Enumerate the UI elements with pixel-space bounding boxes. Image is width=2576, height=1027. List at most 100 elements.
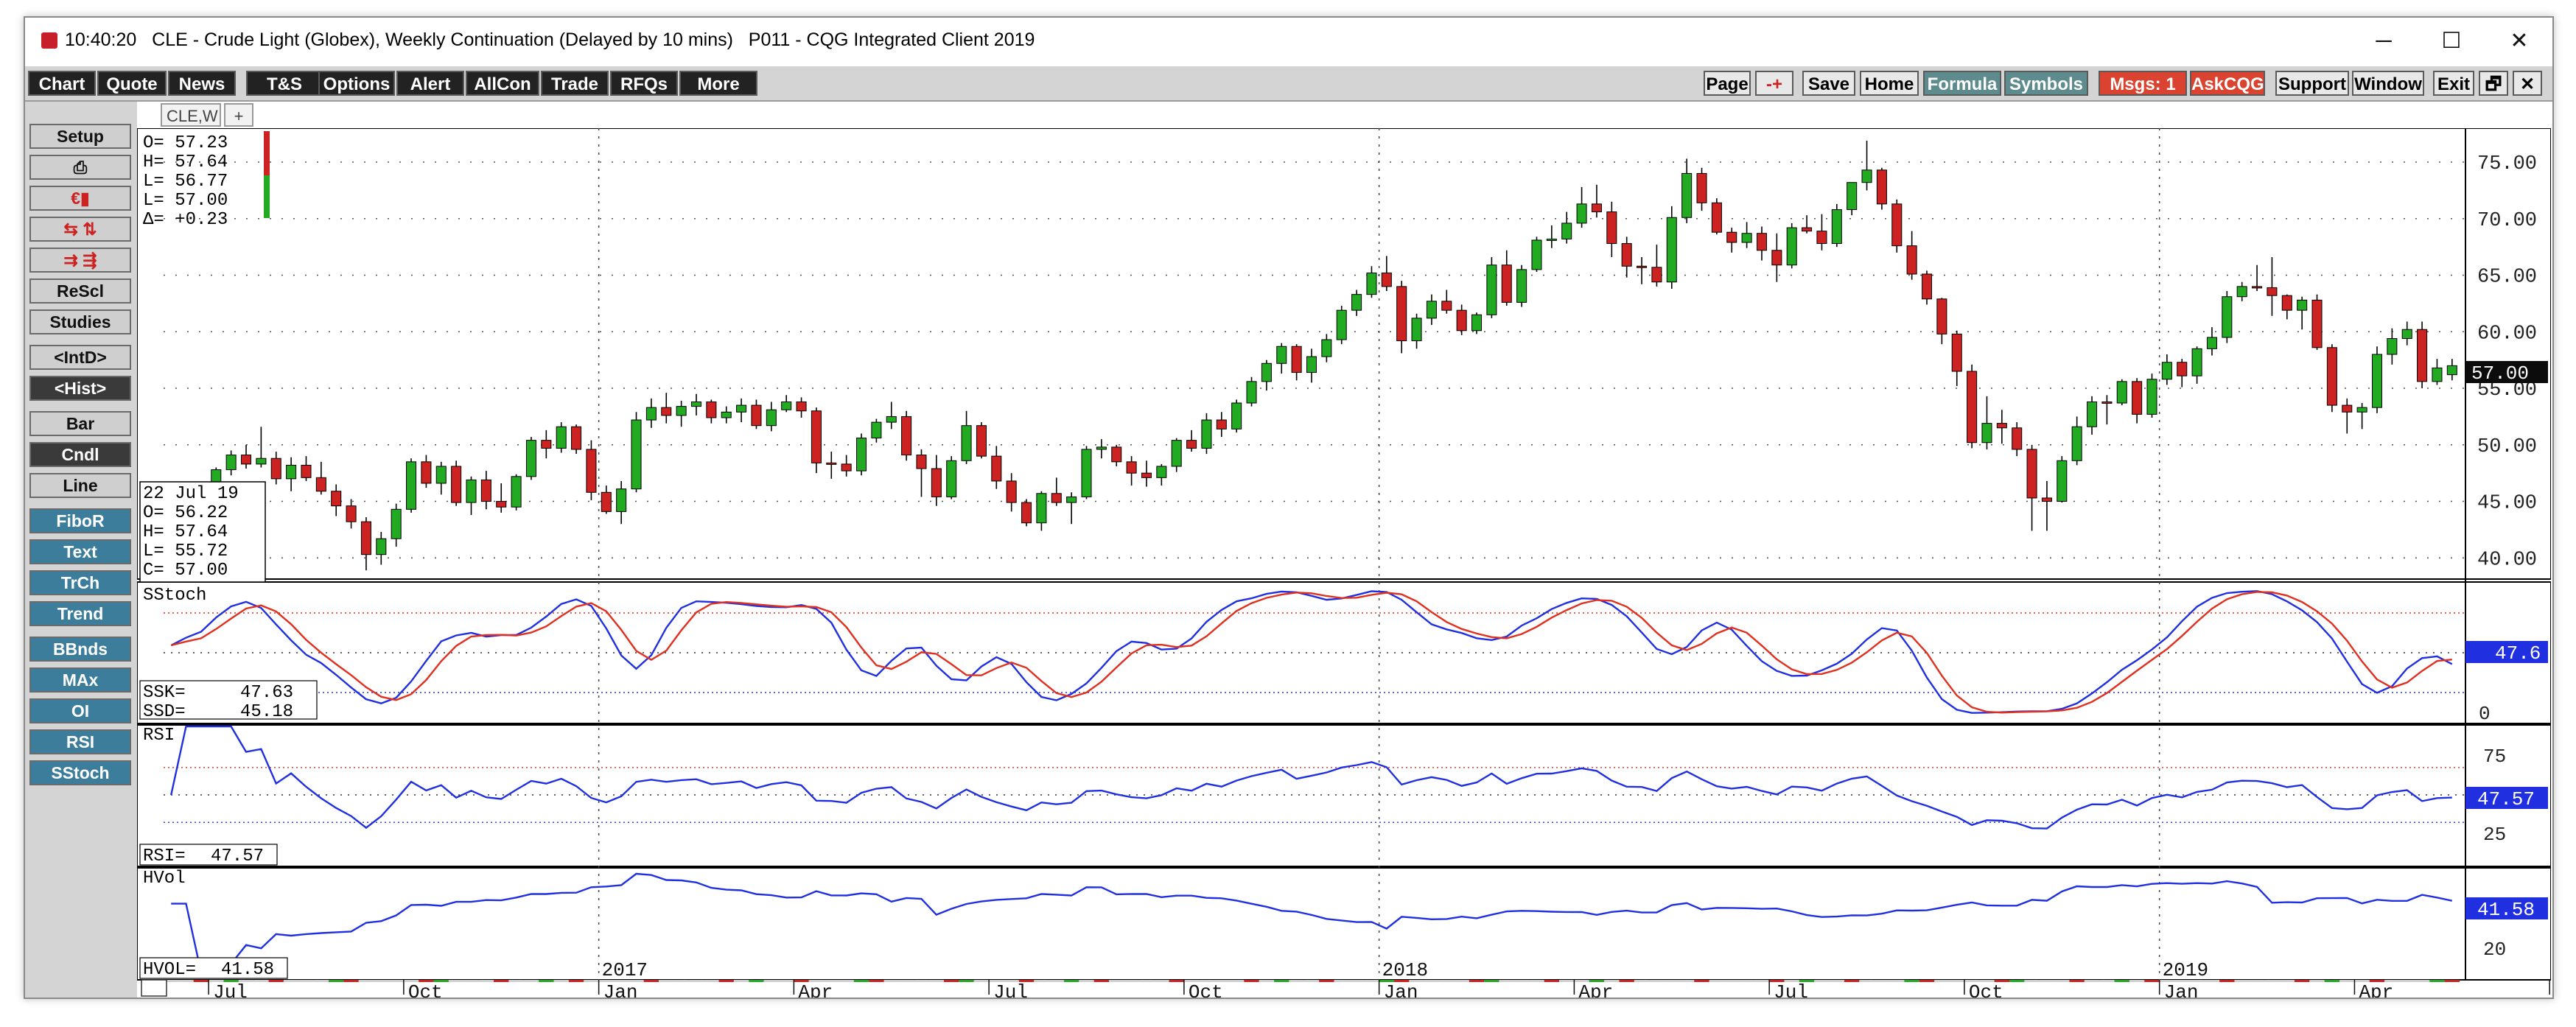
rescale-button[interactable]: ReScl xyxy=(29,278,131,304)
date-strip-segment xyxy=(1634,980,1650,982)
candle-body xyxy=(796,401,807,412)
candle-body xyxy=(240,455,252,465)
candle-body xyxy=(1291,346,1302,374)
candle xyxy=(901,410,912,461)
candle-body xyxy=(916,455,927,469)
candle-body xyxy=(1847,182,1858,211)
scroll-arrows-icon[interactable]: ⇆ ⇅ xyxy=(29,217,131,242)
add-tab-button[interactable]: + xyxy=(224,103,253,127)
candle-body xyxy=(1981,423,1992,444)
candle-button[interactable]: Cndl xyxy=(29,442,131,467)
candle-body xyxy=(1171,440,1182,467)
app-close-icon[interactable]: ✕ xyxy=(2513,71,2542,96)
askcqg-button[interactable]: AskCQG xyxy=(2190,71,2265,96)
candle-body xyxy=(1681,172,1693,218)
candle-body xyxy=(2071,426,2082,461)
candle-body xyxy=(541,440,552,449)
trch-button[interactable]: TrCh xyxy=(29,570,131,595)
menu-ts[interactable]: T&S xyxy=(246,71,323,96)
year-label: 2018 xyxy=(1382,959,1428,981)
studies-button[interactable]: Studies xyxy=(29,309,131,334)
date-strip-segment xyxy=(2249,980,2265,982)
date-strip-segment xyxy=(1859,980,1875,982)
candle-body xyxy=(376,538,387,555)
menu-chart[interactable]: Chart xyxy=(28,71,96,96)
formula-button[interactable]: Formula xyxy=(1923,71,2001,96)
messages-button[interactable]: Msgs: 1 xyxy=(2099,71,2187,96)
candle-body xyxy=(2371,354,2383,408)
window-button[interactable]: Window xyxy=(2352,71,2424,96)
historical-button[interactable]: <Hist> xyxy=(29,376,131,401)
menu-news[interactable]: News xyxy=(168,71,236,96)
candle-body xyxy=(690,401,702,407)
support-button[interactable]: Support xyxy=(2275,71,2349,96)
hvol-label: HVOL= xyxy=(143,960,196,980)
candle-body xyxy=(871,421,882,439)
header-last: L= 57.00 xyxy=(143,191,228,211)
date-strip-segment xyxy=(1079,980,1094,982)
month-label: Oct xyxy=(408,981,443,998)
date-strip-segment xyxy=(1814,980,1830,982)
date-strip-segment xyxy=(2144,980,2160,982)
restore-icon[interactable]: 🗗 xyxy=(2479,71,2508,96)
minimize-button[interactable]: ─ xyxy=(2358,24,2409,59)
candle-body xyxy=(480,479,491,502)
candle-body xyxy=(961,425,972,461)
close-button[interactable]: ✕ xyxy=(2493,24,2545,59)
ssd-value: 45.18 xyxy=(240,702,293,722)
trend-button[interactable]: Trend xyxy=(29,601,131,626)
candle-body xyxy=(1201,419,1212,449)
date-strip-segment xyxy=(1544,980,1560,982)
menu-quote[interactable]: Quote xyxy=(97,71,167,96)
rsi-last-text: 47.57 xyxy=(2477,788,2535,810)
candle-body xyxy=(270,458,281,480)
candle xyxy=(586,440,597,501)
fibor-button[interactable]: FiboR xyxy=(29,508,131,533)
candle xyxy=(1246,376,1257,407)
setup-button[interactable]: Setup xyxy=(29,124,131,149)
line-button[interactable]: Line xyxy=(29,473,131,498)
menu-alert[interactable]: Alert xyxy=(396,71,464,96)
candle-body xyxy=(1126,461,1137,474)
chart-area[interactable]: O= 57.23 H= 57.64 L= 56.77 L= 57.00 Δ= +… xyxy=(136,127,2576,1003)
menu-rfqs[interactable]: RFQs xyxy=(610,71,678,96)
sstoch-button[interactable]: SStoch xyxy=(29,760,131,785)
tab-cle-w[interactable]: CLE,W xyxy=(161,103,221,127)
zoom-arrows-icon[interactable]: ⇉ ⇶ xyxy=(29,248,131,273)
candle-body xyxy=(2401,329,2412,340)
date-strip-segment xyxy=(1063,980,1079,982)
month-label: Jul xyxy=(993,981,1028,998)
home-button[interactable]: Home xyxy=(1860,71,1919,96)
menu-trade[interactable]: Trade xyxy=(541,71,609,96)
chart-svg[interactable]: O= 57.23 H= 57.64 L= 56.77 L= 57.00 Δ= +… xyxy=(136,127,2576,1003)
menu-options[interactable]: Options xyxy=(318,71,395,96)
candle-body xyxy=(1651,267,1662,283)
candle-body xyxy=(976,425,987,457)
maximize-button[interactable]: ☐ xyxy=(2426,24,2477,59)
text-button[interactable]: Text xyxy=(29,539,131,564)
candle-body xyxy=(1186,440,1197,449)
candle-body xyxy=(2281,295,2292,311)
rsi-tick-75: 75 xyxy=(2483,746,2506,768)
save-button[interactable]: Save xyxy=(1802,71,1855,96)
page-arrows-button[interactable]: -+ xyxy=(1755,71,1793,96)
rsi-button[interactable]: RSI xyxy=(29,729,131,754)
date-strip-segment xyxy=(1303,980,1320,982)
exit-button[interactable]: Exit xyxy=(2433,71,2474,96)
max-button[interactable]: MAx xyxy=(29,667,131,693)
bbnds-button[interactable]: BBnds xyxy=(29,637,131,662)
page-button[interactable]: Page xyxy=(1704,71,1751,96)
print-icon[interactable]: ⎙ xyxy=(29,155,131,180)
candle-body xyxy=(2222,296,2233,338)
oi-button[interactable]: OI xyxy=(29,698,131,723)
price-tick-label: 75.00 xyxy=(2477,153,2537,175)
date-strip-segment xyxy=(1739,980,1754,982)
bar-button[interactable]: Bar xyxy=(29,411,131,436)
date-strip-segment xyxy=(1934,980,1950,982)
intraday-button[interactable]: <IntD> xyxy=(29,345,131,370)
price-tick-label: 70.00 xyxy=(2477,210,2537,232)
menu-allcon[interactable]: AllCon xyxy=(466,71,539,96)
menu-more[interactable]: More xyxy=(679,71,757,96)
symbols-button[interactable]: Symbols xyxy=(2004,71,2088,96)
order-entry-icon[interactable]: €▮ xyxy=(29,186,131,211)
